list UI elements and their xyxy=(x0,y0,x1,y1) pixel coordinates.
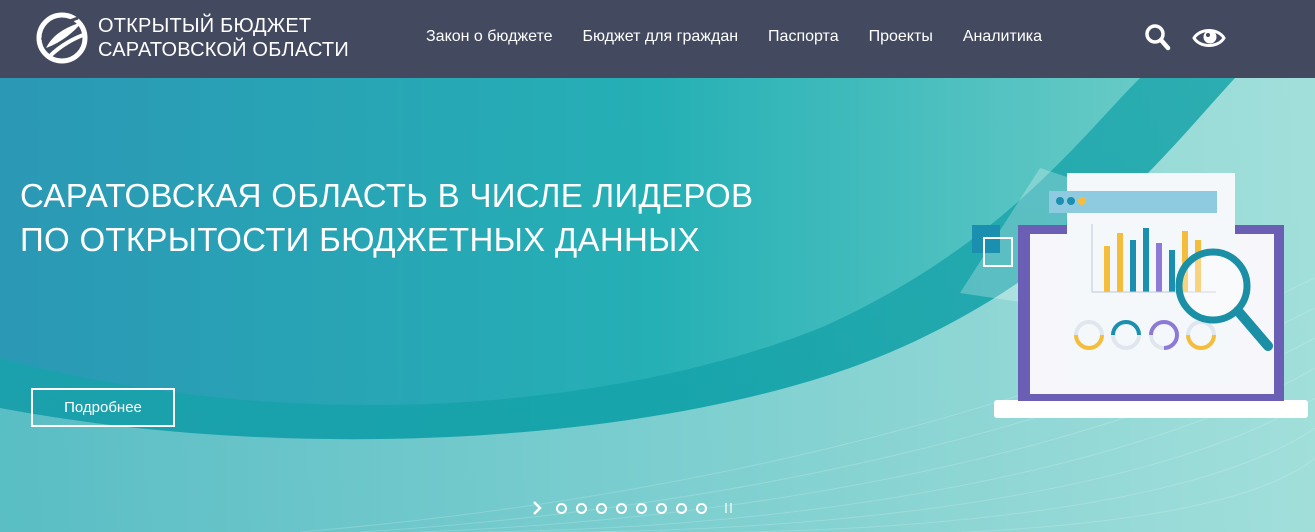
pause-icon[interactable] xyxy=(724,501,734,515)
slider-dot-5[interactable] xyxy=(636,502,647,514)
site-header: ОТКРЫТЫЙ БЮДЖЕТ САРАТОВСКОЙ ОБЛАСТИ Зако… xyxy=(0,0,1315,78)
eye-icon[interactable] xyxy=(1192,24,1226,52)
logo-icon xyxy=(36,12,88,64)
hero-slider: САРАТОВСКАЯ ОБЛАСТЬ В ЧИСЛЕ ЛИДЕРОВ ПО О… xyxy=(0,78,1315,532)
logo-line-2: САРАТОВСКОЙ ОБЛАСТИ xyxy=(98,39,349,61)
logo-line-1: ОТКРЫТЫЙ БЮДЖЕТ xyxy=(98,15,312,37)
main-nav: Закон о бюджете Бюджет для граждан Паспо… xyxy=(426,27,1072,47)
slider-dot-3[interactable] xyxy=(596,502,607,514)
nav-citizens-budget[interactable]: Бюджет для граждан xyxy=(583,27,739,47)
nav-passports[interactable]: Паспорта xyxy=(768,27,839,47)
slider-dot-8[interactable] xyxy=(696,502,707,514)
slider-pager xyxy=(530,500,734,516)
slider-dot-2[interactable] xyxy=(576,502,587,514)
slider-dot-1[interactable] xyxy=(556,502,567,514)
site-logo[interactable]: ОТКРЫТЫЙ БЮДЖЕТ САРАТОВСКОЙ ОБЛАСТИ xyxy=(36,12,349,64)
nav-budget-law[interactable]: Закон о бюджете xyxy=(426,27,553,47)
logo-text: ОТКРЫТЫЙ БЮДЖЕТ САРАТОВСКОЙ ОБЛАСТИ xyxy=(98,14,349,62)
slider-dot-7[interactable] xyxy=(676,502,687,514)
analytics-illustration xyxy=(972,173,1308,418)
hero-title: САРАТОВСКАЯ ОБЛАСТЬ В ЧИСЛЕ ЛИДЕРОВ ПО О… xyxy=(20,174,753,262)
chevron-right-icon[interactable] xyxy=(530,500,544,516)
nav-projects[interactable]: Проекты xyxy=(869,27,933,47)
more-button[interactable]: Подробнее xyxy=(31,388,175,427)
search-icon[interactable] xyxy=(1143,22,1171,52)
hero-title-line-2: ПО ОТКРЫТОСТИ БЮДЖЕТНЫХ ДАННЫХ xyxy=(20,221,700,258)
hero-title-line-1: САРАТОВСКАЯ ОБЛАСТЬ В ЧИСЛЕ ЛИДЕРОВ xyxy=(20,177,754,214)
slider-dot-6[interactable] xyxy=(656,502,667,514)
nav-analytics[interactable]: Аналитика xyxy=(963,27,1042,47)
slider-dot-4[interactable] xyxy=(616,502,627,514)
